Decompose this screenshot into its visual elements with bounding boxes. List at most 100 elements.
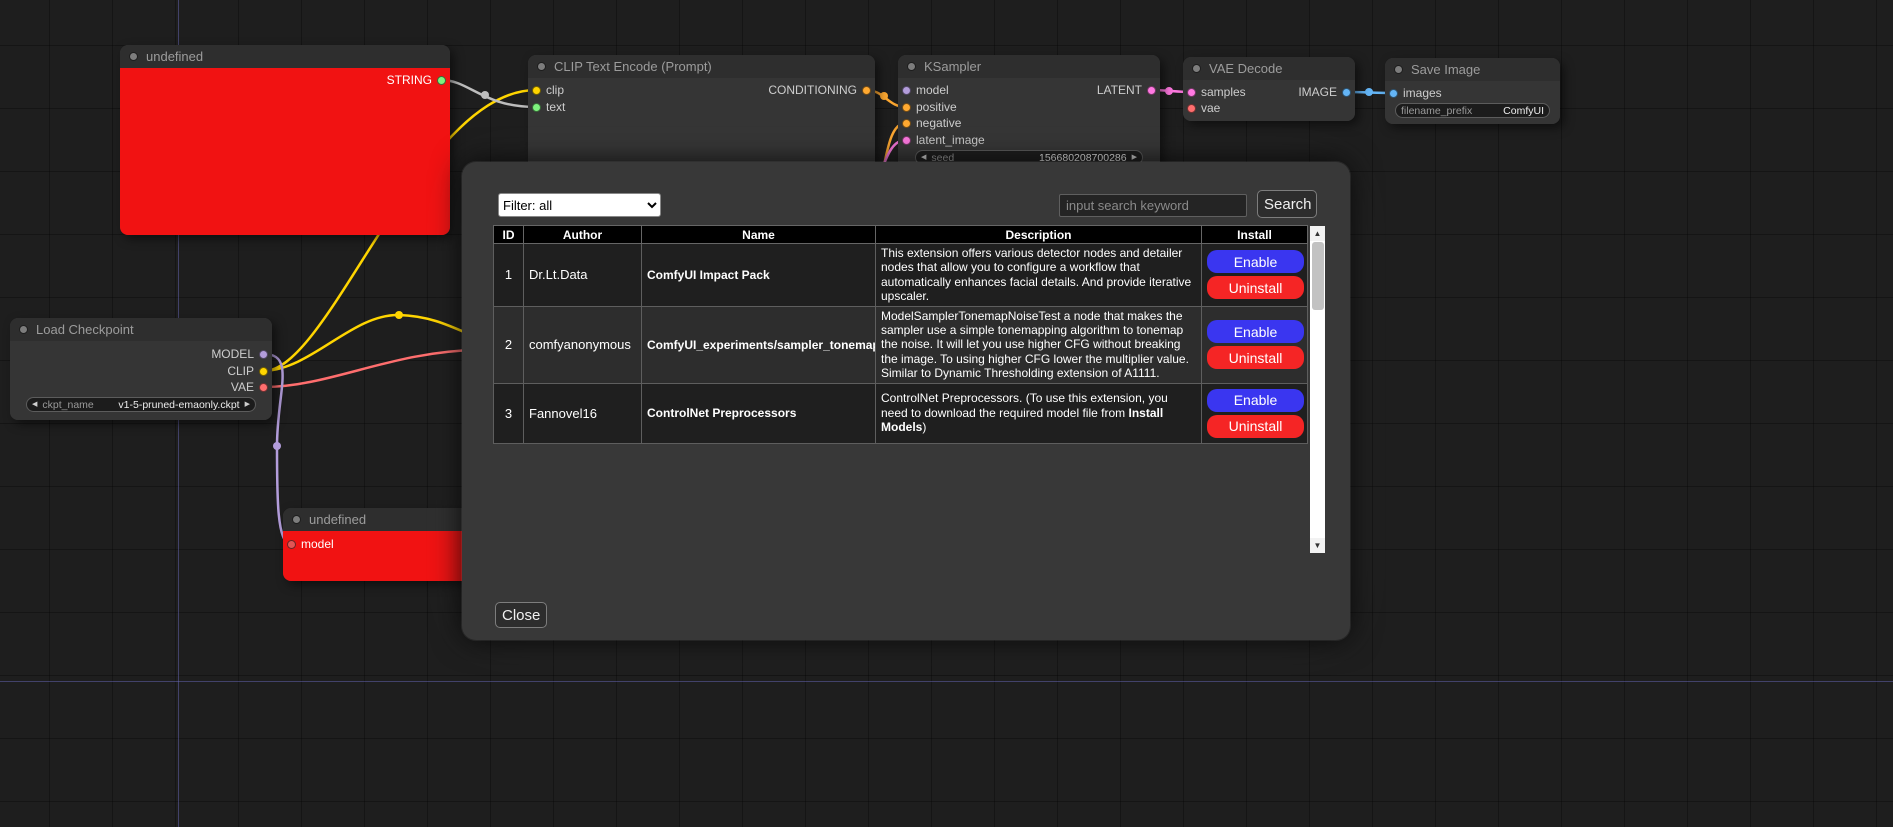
slot-label: clip: [546, 83, 564, 97]
positive-input-dot[interactable]: [902, 103, 911, 112]
node-canvas[interactable]: undefined STRING CLIP Text Encode (Promp…: [0, 0, 1893, 827]
negative-input-dot[interactable]: [902, 119, 911, 128]
text-input-dot[interactable]: [532, 103, 541, 112]
search-button[interactable]: Search: [1257, 190, 1317, 218]
node-load-checkpoint[interactable]: Load Checkpoint MODEL CLIP VAE ◀ ckpt_na…: [10, 318, 272, 420]
extension-name-link[interactable]: ControlNet Preprocessors: [642, 383, 876, 443]
image-output-dot[interactable]: [1342, 88, 1351, 97]
column-header-author: Author: [524, 226, 642, 244]
slot-label: positive: [916, 100, 957, 114]
extension-row: 2 comfyanonymous ComfyUI_experiments/sam…: [494, 306, 1308, 383]
node-title-bar[interactable]: VAE Decode: [1183, 57, 1355, 80]
node-title-bar[interactable]: undefined: [120, 45, 450, 68]
enable-button[interactable]: Enable: [1207, 320, 1304, 343]
node-title: undefined: [146, 49, 203, 64]
slot-label: images: [1403, 86, 1442, 100]
extension-description: ModelSamplerTonemapNoiseTest a node that…: [876, 306, 1202, 383]
slot-label: STRING: [387, 73, 432, 87]
uninstall-button[interactable]: Uninstall: [1207, 346, 1304, 369]
samples-input-dot[interactable]: [1187, 88, 1196, 97]
collapse-dot-icon[interactable]: [907, 62, 916, 71]
prev-arrow-icon[interactable]: ◀: [32, 401, 37, 408]
node-title: KSampler: [924, 59, 981, 74]
node-title: CLIP Text Encode (Prompt): [554, 59, 712, 74]
string-output-dot[interactable]: [437, 76, 446, 85]
collapse-dot-icon[interactable]: [292, 515, 301, 524]
collapse-dot-icon[interactable]: [1394, 65, 1403, 74]
extension-name-link[interactable]: ComfyUI Impact Pack: [642, 244, 876, 307]
slot-label: negative: [916, 116, 961, 130]
canvas-axis-horizontal: [0, 681, 1893, 682]
model-input-dot[interactable]: [287, 540, 296, 549]
node-save-image[interactable]: Save Image images filename_prefix ComfyU…: [1385, 58, 1560, 124]
node-title-bar[interactable]: Save Image: [1385, 58, 1560, 81]
slot-label: model: [301, 537, 334, 551]
slot-label: VAE: [231, 380, 254, 394]
enable-button[interactable]: Enable: [1207, 389, 1304, 412]
node-body: [120, 68, 450, 235]
extension-row: 1 Dr.Lt.Data ComfyUI Impact Pack This ex…: [494, 244, 1308, 307]
extension-description: ControlNet Preprocessors. (To use this e…: [876, 383, 1202, 443]
column-header-install: Install: [1202, 226, 1308, 244]
ckpt-name-widget[interactable]: ◀ ckpt_name v1-5-pruned-emaonly.ckpt ▶: [26, 397, 256, 412]
slot-label: IMAGE: [1298, 85, 1337, 99]
slot-label: CLIP: [227, 364, 254, 378]
node-undefined-top[interactable]: undefined STRING: [120, 45, 450, 235]
vae-output-dot[interactable]: [259, 383, 268, 392]
increment-arrow-icon[interactable]: ▶: [1132, 154, 1137, 161]
custom-nodes-manager-dialog: Filter: all Search ID Author Name Descri…: [462, 162, 1350, 640]
latent-image-input-dot[interactable]: [902, 136, 911, 145]
table-scrollbar[interactable]: ▲ ▼: [1310, 226, 1325, 553]
node-clip-text-encode[interactable]: CLIP Text Encode (Prompt) clip text COND…: [528, 55, 875, 175]
slot-label: text: [546, 100, 565, 114]
latent-output-dot[interactable]: [1147, 86, 1156, 95]
widget-name: filename_prefix: [1401, 105, 1472, 117]
node-title-bar[interactable]: CLIP Text Encode (Prompt): [528, 55, 875, 78]
extensions-table: ID Author Name Description Install 1 Dr.…: [493, 225, 1308, 444]
extension-description: This extension offers various detector n…: [876, 244, 1202, 307]
node-title-bar[interactable]: Load Checkpoint: [10, 318, 272, 341]
node-title-bar[interactable]: KSampler: [898, 55, 1160, 78]
extension-author: Dr.Lt.Data: [524, 244, 642, 307]
uninstall-button[interactable]: Uninstall: [1207, 415, 1304, 438]
extension-row: 3 Fannovel16 ControlNet Preprocessors Co…: [494, 383, 1308, 443]
node-vae-decode[interactable]: VAE Decode samples vae IMAGE: [1183, 57, 1355, 121]
column-header-description: Description: [876, 226, 1202, 244]
scroll-down-icon[interactable]: ▼: [1310, 538, 1325, 553]
model-output-dot[interactable]: [259, 350, 268, 359]
description-text: ): [922, 420, 926, 434]
scroll-up-icon[interactable]: ▲: [1310, 226, 1325, 241]
close-button[interactable]: Close: [495, 602, 547, 628]
extension-name-link[interactable]: ComfyUI_experiments/sampler_tonemap: [642, 306, 876, 383]
search-input[interactable]: [1059, 194, 1247, 217]
column-header-name: Name: [642, 226, 876, 244]
collapse-dot-icon[interactable]: [19, 325, 28, 334]
slot-label: CONDITIONING: [768, 83, 857, 97]
model-input-dot[interactable]: [902, 86, 911, 95]
vae-input-dot[interactable]: [1187, 104, 1196, 113]
slot-label: samples: [1201, 85, 1246, 99]
node-title: undefined: [309, 512, 366, 527]
collapse-dot-icon[interactable]: [1192, 64, 1201, 73]
description-text: ControlNet Preprocessors. (To use this e…: [881, 391, 1168, 419]
uninstall-button[interactable]: Uninstall: [1207, 276, 1304, 299]
slot-label: LATENT: [1097, 83, 1142, 97]
slot-label: MODEL: [211, 347, 254, 361]
conditioning-output-dot[interactable]: [862, 86, 871, 95]
next-arrow-icon[interactable]: ▶: [245, 401, 250, 408]
filter-select[interactable]: Filter: all: [498, 193, 661, 217]
collapse-dot-icon[interactable]: [129, 52, 138, 61]
collapse-dot-icon[interactable]: [537, 62, 546, 71]
clip-output-dot[interactable]: [259, 367, 268, 376]
scrollbar-thumb[interactable]: [1312, 242, 1324, 310]
filename-prefix-widget[interactable]: filename_prefix ComfyUI: [1395, 103, 1550, 118]
clip-input-dot[interactable]: [532, 86, 541, 95]
column-header-id: ID: [494, 226, 524, 244]
node-ksampler[interactable]: KSampler model positive negative latent_…: [898, 55, 1160, 173]
enable-button[interactable]: Enable: [1207, 250, 1304, 273]
slot-label: latent_image: [916, 133, 985, 147]
images-input-dot[interactable]: [1389, 89, 1398, 98]
decrement-arrow-icon[interactable]: ◀: [921, 154, 926, 161]
slot-label: vae: [1201, 101, 1220, 115]
widget-value: ComfyUI: [1503, 105, 1544, 117]
